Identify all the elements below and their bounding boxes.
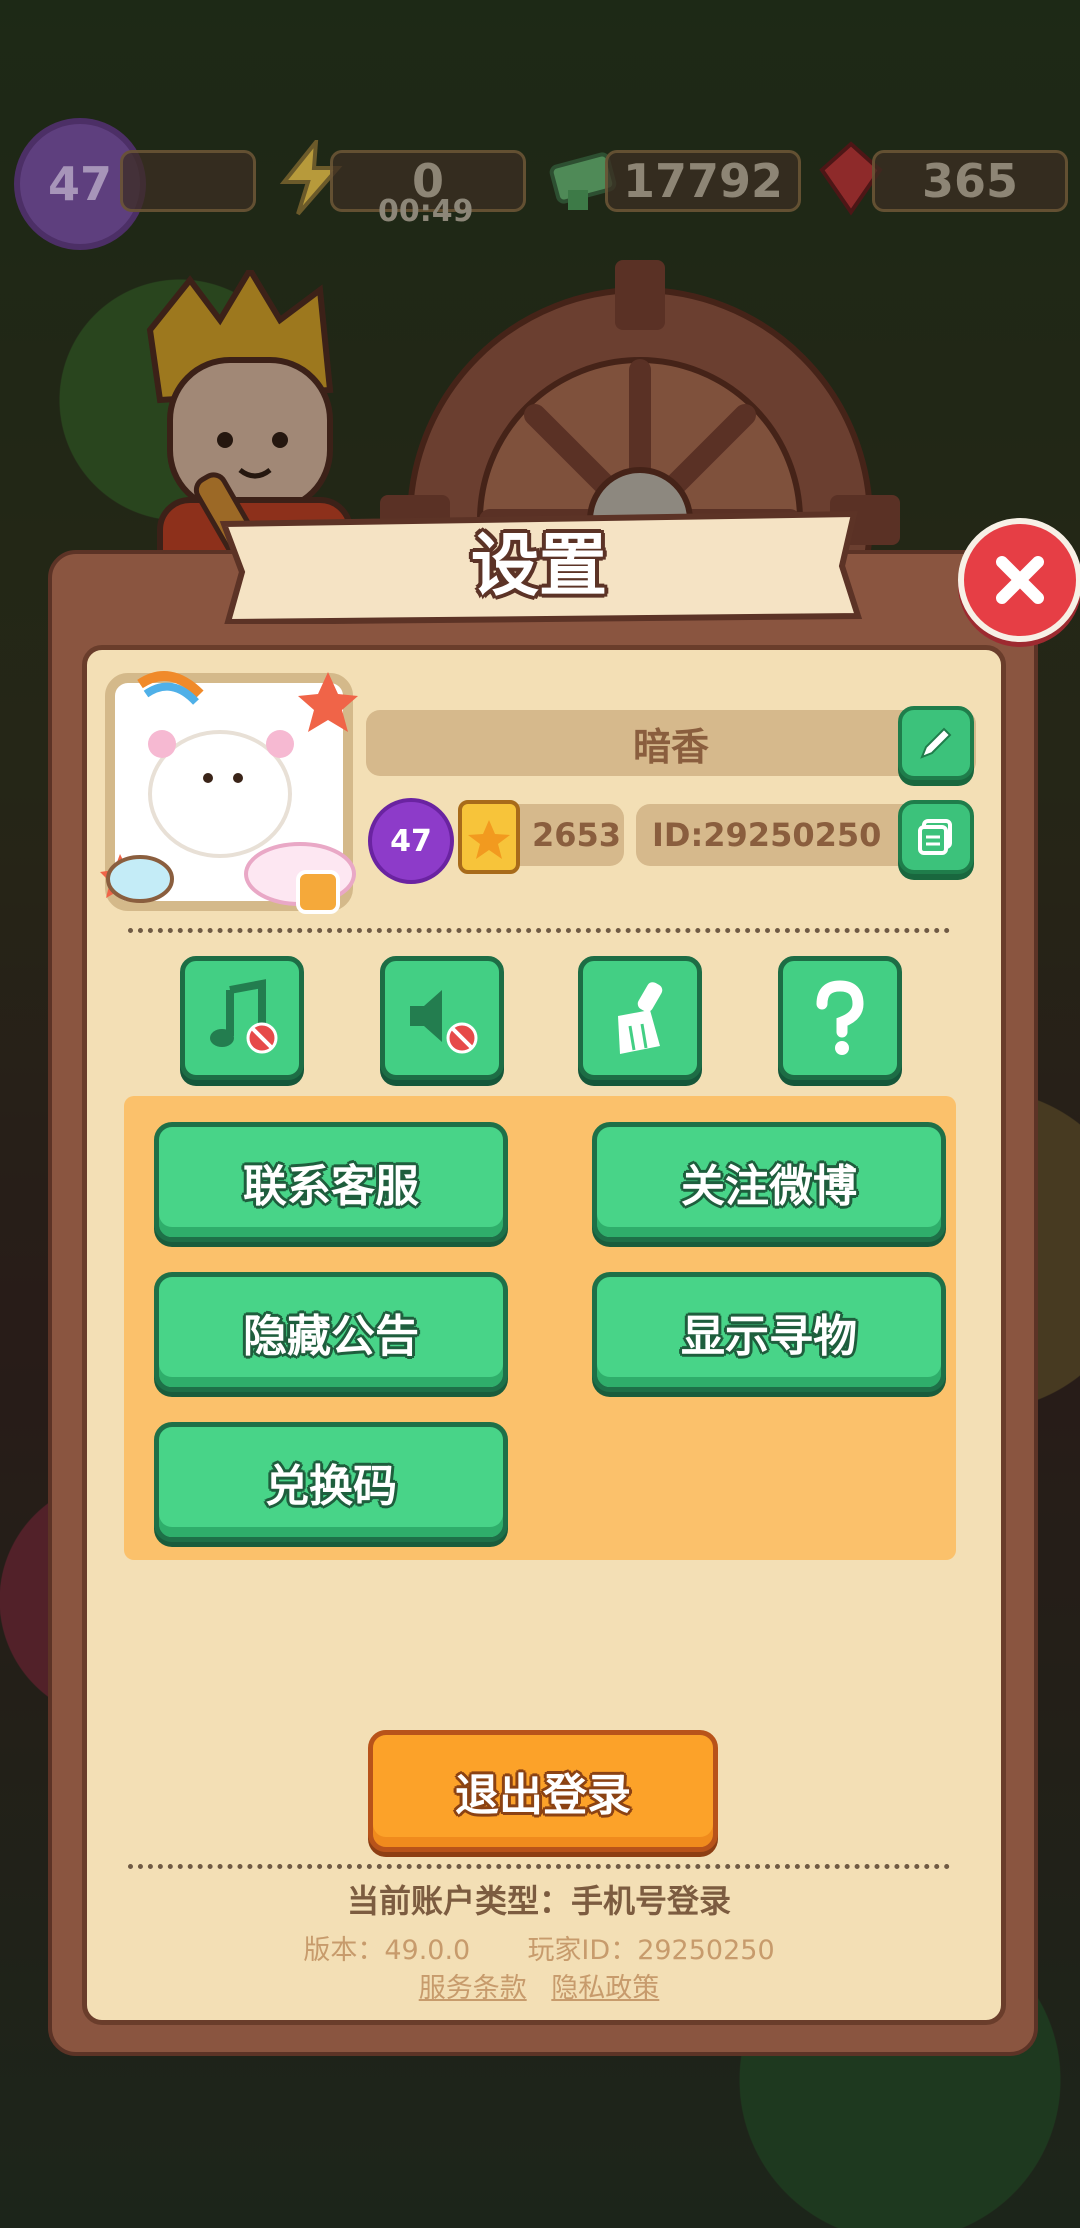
hide-notice-button[interactable]: 隐藏公告 <box>154 1272 508 1392</box>
sound-toggle-button[interactable] <box>380 956 504 1080</box>
profile-level-value: 47 <box>390 823 432 859</box>
legal-links: 服务条款 隐私政策 <box>82 1966 996 2005</box>
energy-timer: 00:49 <box>378 194 474 229</box>
clear-cache-button[interactable] <box>578 956 702 1080</box>
sound-off-icon <box>410 990 478 1054</box>
show-item-finder-button[interactable]: 显示寻物 <box>592 1272 946 1392</box>
close-icon <box>996 556 1044 604</box>
close-button[interactable] <box>958 518 1080 642</box>
follow-weibo-button[interactable]: 关注微博 <box>592 1122 946 1242</box>
music-toggle-button[interactable] <box>180 956 304 1080</box>
xp-bar <box>120 150 256 212</box>
help-button[interactable] <box>778 956 902 1080</box>
player-name-field: 暗香 <box>366 710 976 776</box>
gems-value: 365 <box>921 154 1019 208</box>
player-name: 暗香 <box>632 724 709 769</box>
music-off-icon <box>210 979 278 1054</box>
logout-button[interactable]: 退出登录 <box>368 1730 718 1852</box>
player-id: ID:29250250 <box>652 816 882 854</box>
points-value: 2653 <box>532 816 622 854</box>
copy-id-button[interactable] <box>898 800 974 874</box>
dialog-title: 设置 <box>470 527 607 606</box>
privacy-policy-link[interactable]: 隐私政策 <box>551 1973 659 2004</box>
broom-icon <box>618 982 663 1054</box>
cash-counter: 17792 <box>605 150 801 212</box>
cash-value: 17792 <box>622 154 784 208</box>
contact-support-button[interactable]: 联系客服 <box>154 1122 508 1242</box>
profile-level-badge: 47 <box>368 798 454 884</box>
divider <box>128 928 950 933</box>
redeem-code-button[interactable]: 兑换码 <box>154 1422 508 1542</box>
edit-name-button[interactable] <box>898 706 974 780</box>
copy-icon <box>918 819 952 855</box>
footer-divider <box>128 1864 950 1869</box>
footer-player-id: 玩家ID：29250250 <box>527 1935 775 1966</box>
player-level-value: 47 <box>47 157 112 211</box>
version-text: 版本：49.0.0 <box>303 1935 471 1966</box>
clipboard-star-icon <box>458 800 520 874</box>
version-line: 版本：49.0.0 玩家ID：29250250 <box>82 1928 996 1967</box>
gems-counter: 365 <box>872 150 1068 212</box>
account-type-text: 当前账户类型：手机号登录 <box>346 1882 731 1920</box>
help-icon <box>816 980 864 1055</box>
terms-of-service-link[interactable]: 服务条款 <box>419 1973 527 2004</box>
player-id-field: ID:29250250 <box>636 804 916 866</box>
avatar[interactable] <box>100 664 358 920</box>
pencil-icon <box>920 727 952 759</box>
